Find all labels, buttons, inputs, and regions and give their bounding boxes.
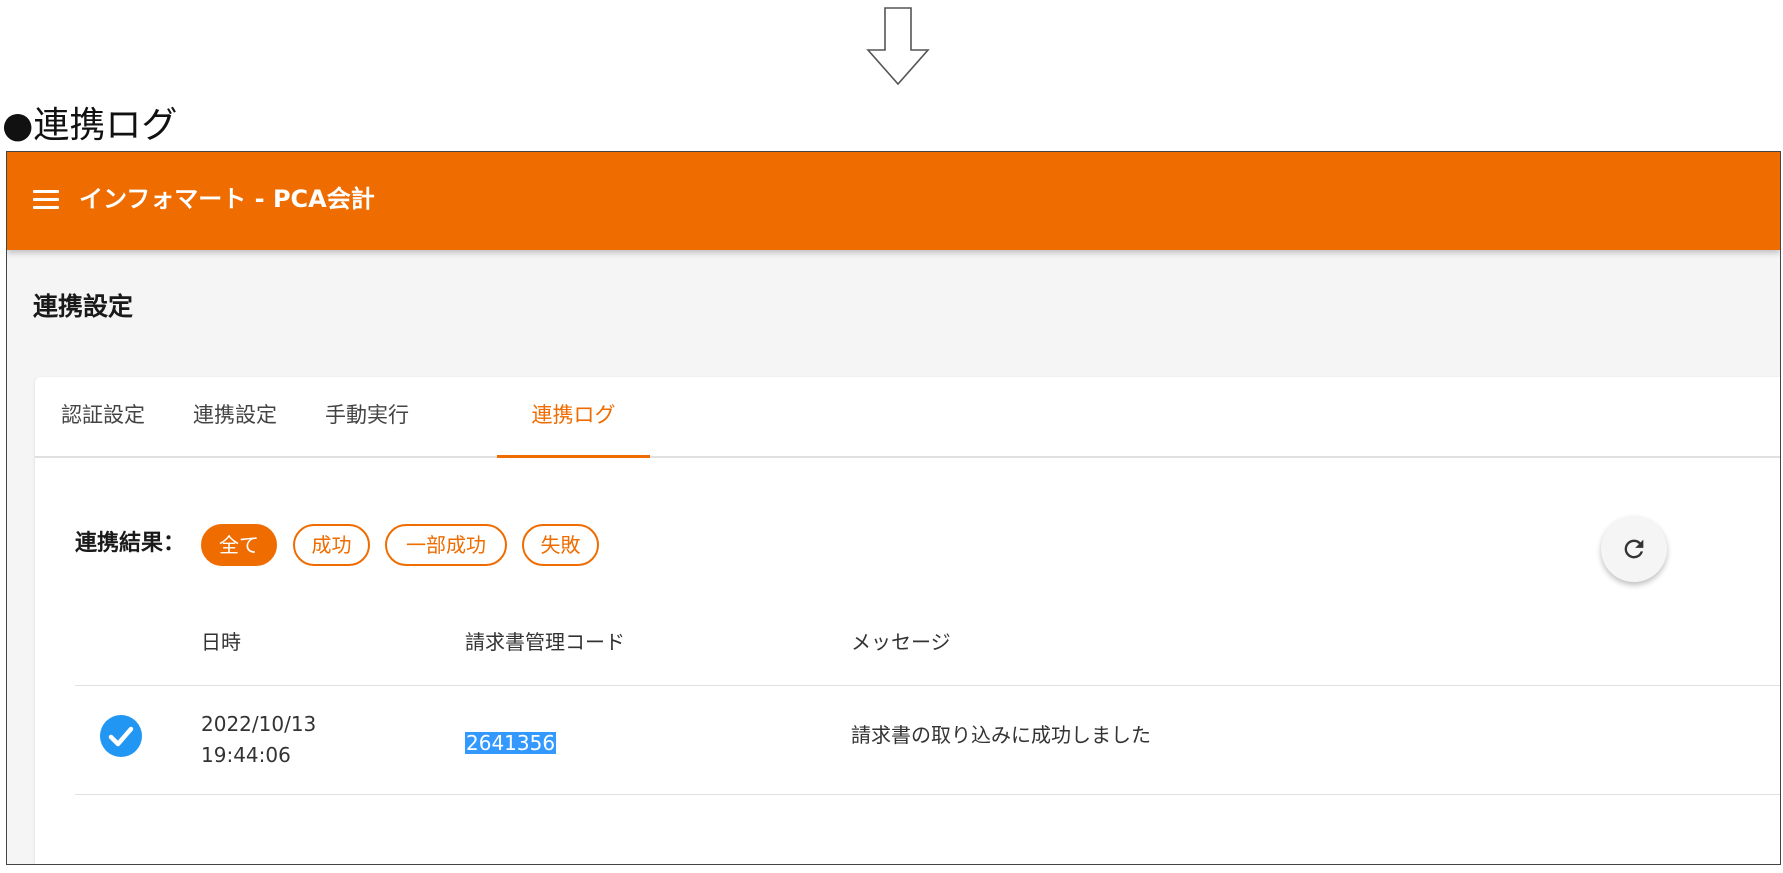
filter-label: 連携結果： bbox=[75, 531, 186, 556]
row-invoice-code[interactable]: 2641356 bbox=[465, 732, 557, 754]
column-header-invoice-code: 請求書管理コード bbox=[465, 630, 625, 654]
column-header-datetime: 日時 bbox=[201, 630, 241, 654]
row-datetime: 2022/10/13 19:44:06 bbox=[201, 709, 316, 771]
down-arrow-icon bbox=[865, 6, 931, 88]
tab-integration-settings[interactable]: 連携設定 bbox=[187, 377, 283, 458]
column-header-message: メッセージ bbox=[851, 630, 951, 654]
settings-card: 認証設定 連携設定 手動実行 連携ログ 連携結果： 全て 成功 一部成功 失敗 … bbox=[35, 377, 1780, 864]
refresh-icon bbox=[1624, 539, 1644, 559]
app-title: インフォマート - PCA会計 bbox=[79, 185, 375, 213]
tab-manual-run[interactable]: 手動実行 bbox=[319, 377, 415, 458]
tab-integration-log[interactable]: 連携ログ bbox=[497, 377, 650, 458]
filter-chip-failure[interactable]: 失敗 bbox=[522, 524, 599, 566]
check-circle-icon bbox=[100, 715, 142, 757]
filter-chip-success[interactable]: 成功 bbox=[293, 524, 370, 566]
menu-icon[interactable] bbox=[29, 183, 63, 217]
section-label: ●連携ログ bbox=[2, 105, 178, 146]
filter-chip-partial-success[interactable]: 一部成功 bbox=[385, 524, 507, 566]
active-tab-indicator bbox=[497, 455, 650, 458]
tab-bar: 認証設定 連携設定 手動実行 連携ログ bbox=[35, 377, 1780, 458]
page-title: 連携設定 bbox=[33, 292, 134, 321]
row-date: 2022/10/13 bbox=[201, 712, 317, 736]
tab-auth-settings[interactable]: 認証設定 bbox=[55, 377, 151, 458]
refresh-button[interactable] bbox=[1601, 516, 1667, 582]
header-divider bbox=[75, 685, 1780, 686]
row-message: 請求書の取り込みに成功しました bbox=[851, 723, 1151, 747]
app-bar: インフォマート - PCA会計 bbox=[7, 152, 1780, 250]
row-time: 19:44:06 bbox=[201, 743, 291, 767]
filter-chip-all[interactable]: 全て bbox=[201, 524, 277, 566]
row-divider bbox=[75, 794, 1780, 795]
app-window: インフォマート - PCA会計 連携設定 認証設定 連携設定 手動実行 連携ログ… bbox=[6, 151, 1781, 865]
